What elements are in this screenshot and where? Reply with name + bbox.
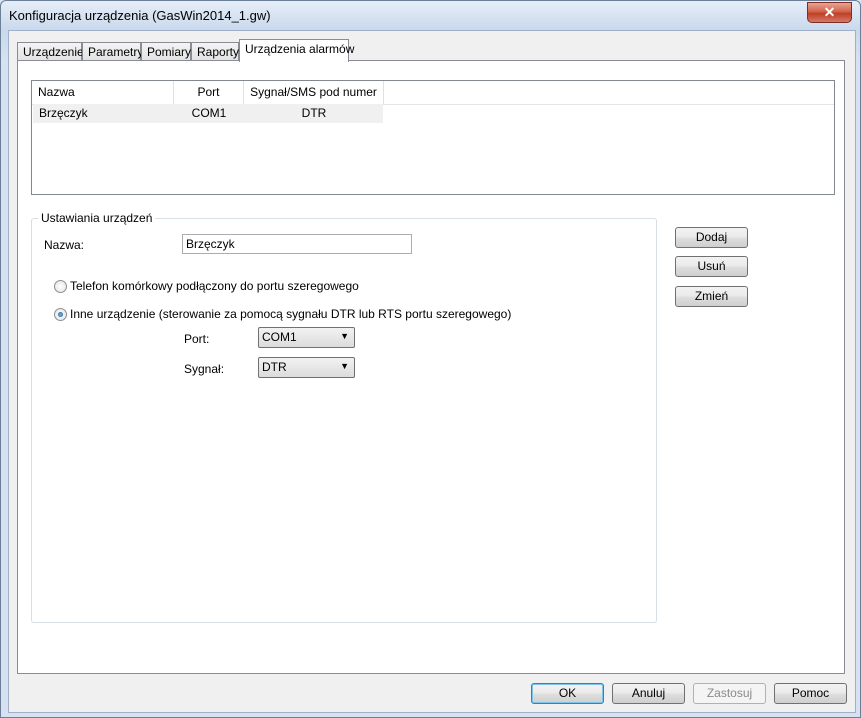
chevron-down-icon: ▼ (340, 331, 349, 341)
close-button[interactable]: ✕ (807, 2, 852, 23)
row-name-cell: Brzęczyk (39, 106, 88, 120)
name-field[interactable]: Brzęczyk (182, 234, 412, 254)
column-header-port[interactable]: Port (174, 81, 244, 104)
add-button[interactable]: Dodaj (675, 227, 748, 248)
signal-select[interactable]: DTR ▼ (258, 357, 355, 378)
tab-panel: Nazwa Port Sygnał/SMS pod numer Brzęczyk… (17, 60, 845, 674)
change-button[interactable]: Zmień (675, 286, 748, 307)
table-row[interactable]: Brzęczyk COM1 DTR (33, 104, 383, 123)
group-title: Ustawiania urządzeń (38, 211, 156, 225)
dialog-window: Konfiguracja urządzenia (GasWin2014_1.gw… (0, 0, 861, 718)
column-header-signal[interactable]: Sygnał/SMS pod numer (244, 81, 384, 104)
list-header: Nazwa Port Sygnał/SMS pod numer (32, 81, 834, 105)
device-list[interactable]: Nazwa Port Sygnał/SMS pod numer Brzęczyk… (31, 80, 835, 195)
signal-label: Sygnał: (184, 362, 225, 376)
tab-parametry[interactable]: Parametry (82, 42, 143, 61)
tab-raporty[interactable]: Raporty (191, 42, 239, 61)
help-button[interactable]: Pomoc (774, 683, 847, 704)
close-icon: ✕ (823, 4, 836, 20)
radio-other-device[interactable] (54, 308, 67, 321)
tab-urzadzenia-alarmow[interactable]: Urządzenia alarmów (239, 39, 354, 62)
port-label: Port: (184, 332, 210, 346)
port-select-value: COM1 (262, 330, 297, 344)
cancel-button[interactable]: Anuluj (612, 683, 685, 704)
dialog-client-area: Urządzenie Parametry Pomiary Raporty Urz… (8, 30, 856, 713)
device-settings-group: Ustawiania urządzeń Nazwa: Brzęczyk Tele… (31, 211, 657, 623)
chevron-down-icon: ▼ (340, 361, 349, 371)
radio-phone-label[interactable]: Telefon komórkowy podłączony do portu sz… (70, 279, 359, 293)
column-header-nazwa[interactable]: Nazwa (32, 81, 174, 104)
radio-other-label[interactable]: Inne urządzenie (sterowanie za pomocą sy… (70, 307, 511, 321)
apply-button[interactable]: Zastosuj (693, 683, 766, 704)
signal-select-value: DTR (262, 360, 287, 374)
row-port-cell: COM1 (191, 106, 227, 120)
title-bar[interactable]: Konfiguracja urządzenia (GasWin2014_1.gw… (1, 1, 860, 31)
tab-urzadzenie[interactable]: Urządzenie (17, 42, 84, 61)
window-title: Konfiguracja urządzenia (GasWin2014_1.gw… (9, 8, 271, 23)
remove-button[interactable]: Usuń (675, 256, 748, 277)
name-label: Nazwa: (44, 238, 85, 252)
tab-pomiary[interactable]: Pomiary (141, 42, 191, 61)
ok-button[interactable]: OK (531, 683, 604, 704)
port-select[interactable]: COM1 ▼ (258, 327, 355, 348)
row-signal-cell: DTR (301, 106, 327, 120)
radio-phone[interactable] (54, 280, 67, 293)
